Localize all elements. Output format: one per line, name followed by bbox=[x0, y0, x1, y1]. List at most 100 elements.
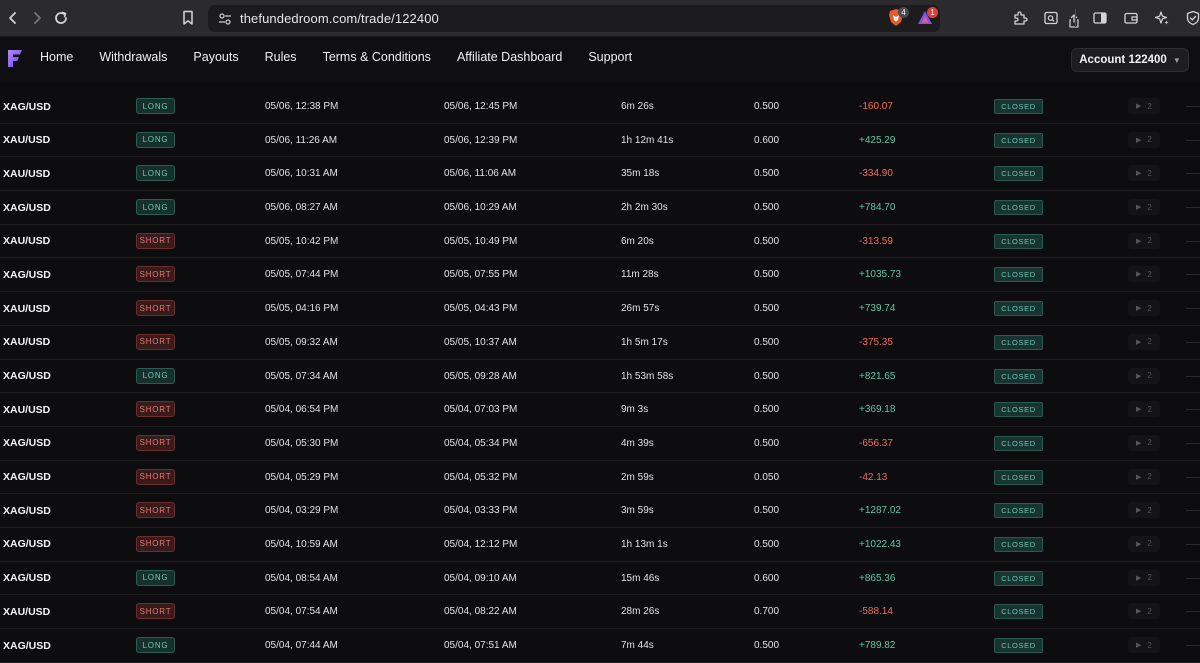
row-divider-tick bbox=[1186, 442, 1200, 444]
direction-badge: SHORT bbox=[136, 266, 175, 283]
nav-rules[interactable]: Rules bbox=[265, 50, 297, 64]
status-badge: CLOSED bbox=[994, 503, 1043, 519]
table-row: XAG/USD LONG 05/04, 07:44 AM 05/04, 07:5… bbox=[0, 629, 1200, 663]
nav-affiliate-dashboard[interactable]: Affiliate Dashboard bbox=[457, 50, 562, 64]
open-time: 05/06, 10:31 AM bbox=[265, 168, 338, 180]
funded-room-logo-icon[interactable] bbox=[7, 49, 23, 68]
trade-symbol: XAU/USD bbox=[3, 302, 51, 315]
lot-size: 0.500 bbox=[754, 404, 780, 416]
status-badge: CLOSED bbox=[994, 267, 1043, 283]
trade-symbol: XAG/USD bbox=[3, 538, 51, 551]
expand-details-button[interactable]: ▶ 2 bbox=[1128, 468, 1160, 485]
close-time: 05/04, 08:22 AM bbox=[444, 606, 517, 618]
expand-details-button[interactable]: ▶ 2 bbox=[1128, 98, 1160, 114]
open-time: 05/04, 03:29 PM bbox=[265, 505, 339, 517]
expand-details-button[interactable]: ▶ 2 bbox=[1128, 569, 1160, 586]
lot-size: 0.500 bbox=[754, 370, 780, 382]
expand-details-button[interactable]: ▶ 2 bbox=[1128, 199, 1160, 216]
account-selector-button[interactable]: Account 122400 ▼ bbox=[1071, 48, 1189, 72]
trade-symbol: XAG/USD bbox=[3, 100, 51, 113]
trade-duration: 1h 13m 1s bbox=[621, 538, 668, 550]
play-icon: ▶ bbox=[1136, 305, 1142, 313]
expand-details-button[interactable]: ▶ 2 bbox=[1128, 637, 1160, 653]
status-badge: CLOSED bbox=[994, 368, 1043, 384]
status-badge: CLOSED bbox=[994, 132, 1043, 148]
open-time: 05/04, 10:59 AM bbox=[265, 538, 338, 550]
expand-details-button[interactable]: ▶ 2 bbox=[1128, 603, 1160, 620]
bookmark-button[interactable] bbox=[182, 10, 194, 31]
expand-details-button[interactable]: ▶ 2 bbox=[1128, 502, 1160, 519]
details-count: 2 bbox=[1147, 539, 1152, 549]
extensions-button[interactable] bbox=[1010, 8, 1030, 28]
nav-withdrawals[interactable]: Withdrawals bbox=[99, 50, 167, 64]
status-badge: CLOSED bbox=[994, 200, 1043, 216]
expand-details-button[interactable]: ▶ 2 bbox=[1128, 131, 1160, 148]
trade-symbol: XAU/USD bbox=[3, 235, 51, 248]
expand-details-button[interactable]: ▶ 2 bbox=[1128, 401, 1160, 418]
direction-badge: SHORT bbox=[136, 603, 175, 620]
direction-badge: LONG bbox=[136, 98, 175, 114]
table-row: XAU/USD SHORT 05/05, 10:42 PM 05/05, 10:… bbox=[0, 225, 1200, 259]
details-count: 2 bbox=[1147, 236, 1152, 246]
expand-details-button[interactable]: ▶ 2 bbox=[1128, 367, 1160, 384]
nav-support[interactable]: Support bbox=[588, 50, 632, 64]
play-icon: ▶ bbox=[1136, 473, 1142, 481]
open-time: 05/04, 07:44 AM bbox=[265, 640, 338, 651]
forward-button[interactable] bbox=[24, 5, 50, 31]
vpn-button[interactable] bbox=[1183, 8, 1200, 28]
open-time: 05/04, 06:54 PM bbox=[265, 404, 339, 416]
play-icon: ▶ bbox=[1136, 608, 1142, 616]
expand-details-button[interactable]: ▶ 2 bbox=[1128, 165, 1160, 182]
details-count: 2 bbox=[1147, 135, 1152, 145]
trade-pnl: +425.29 bbox=[859, 134, 896, 146]
trade-duration: 1h 53m 58s bbox=[621, 370, 674, 382]
wallet-icon bbox=[1124, 12, 1138, 24]
trade-duration: 2h 2m 30s bbox=[621, 202, 668, 214]
chevron-right-icon bbox=[34, 12, 41, 24]
trade-pnl: +789.82 bbox=[859, 640, 896, 651]
wallet-button[interactable] bbox=[1121, 8, 1141, 28]
row-divider-tick bbox=[1186, 308, 1200, 310]
site-settings-icon[interactable] bbox=[217, 11, 233, 27]
nav-home[interactable]: Home bbox=[40, 50, 73, 64]
trade-pnl: -375.35 bbox=[859, 336, 893, 348]
close-time: 05/05, 07:55 PM bbox=[444, 269, 518, 281]
expand-details-button[interactable]: ▶ 2 bbox=[1128, 535, 1160, 552]
play-icon: ▶ bbox=[1136, 642, 1142, 649]
browser-actions bbox=[1010, 8, 1200, 28]
details-count: 2 bbox=[1147, 438, 1152, 448]
trade-pnl: -42.13 bbox=[859, 471, 888, 483]
play-icon: ▶ bbox=[1136, 271, 1142, 279]
expand-details-button[interactable]: ▶ 2 bbox=[1128, 300, 1160, 317]
expand-details-button[interactable]: ▶ 2 bbox=[1128, 232, 1160, 249]
play-icon: ▶ bbox=[1136, 406, 1142, 414]
details-count: 2 bbox=[1147, 168, 1152, 178]
address-bar[interactable]: thefundedroom.com/trade/122400 bbox=[208, 5, 1079, 32]
lot-size: 0.050 bbox=[754, 471, 780, 483]
back-button[interactable] bbox=[0, 5, 26, 31]
nav-terms-conditions[interactable]: Terms & Conditions bbox=[323, 50, 431, 64]
trade-symbol: XAG/USD bbox=[3, 370, 51, 382]
trade-pnl: -656.37 bbox=[859, 437, 893, 449]
close-time: 05/04, 12:12 PM bbox=[444, 538, 518, 550]
close-time: 05/06, 11:06 AM bbox=[444, 168, 517, 180]
expand-details-button[interactable]: ▶ 2 bbox=[1128, 266, 1160, 283]
expand-details-button[interactable]: ▶ 2 bbox=[1128, 434, 1160, 451]
close-time: 05/06, 10:29 AM bbox=[444, 202, 517, 214]
reader-icon bbox=[1044, 11, 1058, 25]
open-time: 05/06, 12:38 PM bbox=[265, 101, 339, 112]
lot-size: 0.500 bbox=[754, 101, 780, 112]
expand-details-button[interactable]: ▶ 2 bbox=[1128, 333, 1160, 350]
leo-ai-button[interactable] bbox=[1152, 8, 1172, 28]
trade-duration: 35m 18s bbox=[621, 168, 660, 180]
lot-size: 0.500 bbox=[754, 235, 780, 247]
reader-button[interactable] bbox=[1041, 8, 1061, 28]
trade-duration: 3m 59s bbox=[621, 505, 654, 517]
reload-button[interactable] bbox=[48, 5, 74, 31]
direction-badge: SHORT bbox=[136, 535, 175, 552]
table-row: XAU/USD LONG 05/06, 11:26 AM 05/06, 12:3… bbox=[0, 124, 1200, 158]
sidebar-toggle-button[interactable] bbox=[1090, 8, 1110, 28]
nav-payouts[interactable]: Payouts bbox=[193, 50, 238, 64]
trade-symbol: XAG/USD bbox=[3, 504, 51, 517]
direction-badge: LONG bbox=[136, 199, 175, 216]
